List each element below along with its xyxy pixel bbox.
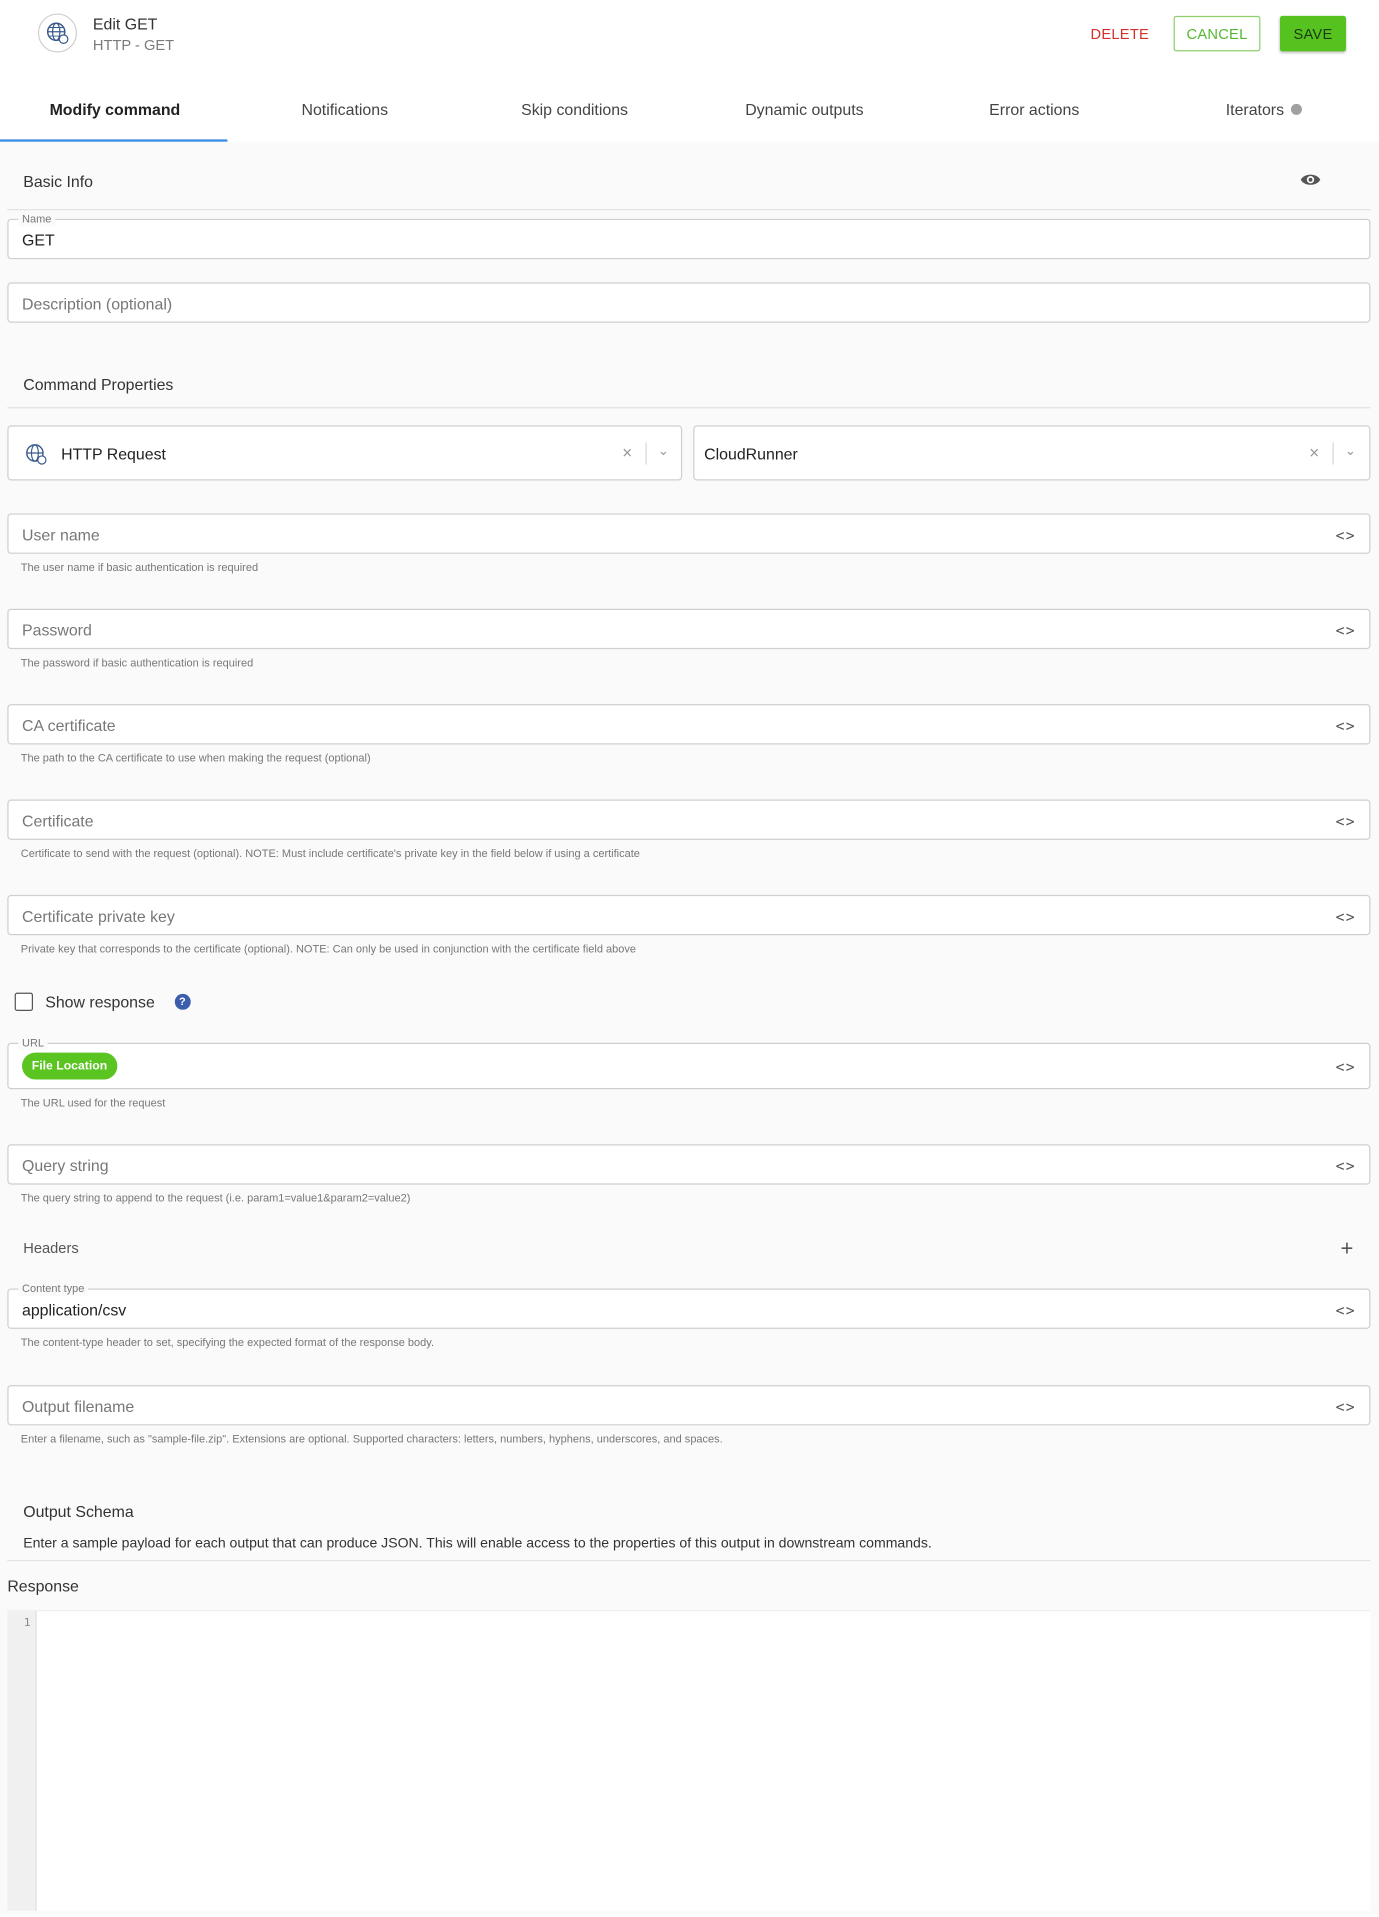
output-filename-field[interactable]: Output filename <> — [7, 1385, 1371, 1426]
field-helper: The query string to append to the reques… — [20, 1191, 411, 1205]
description-field[interactable]: Description (optional) — [7, 282, 1371, 323]
response-label: Response — [7, 1577, 79, 1596]
select-value: HTTP Request — [61, 444, 166, 464]
form-content: Basic Info Name GET Description (optiona… — [0, 141, 1379, 1915]
field-placeholder: CA certificate — [22, 716, 116, 735]
field-placeholder: Output filename — [22, 1397, 135, 1416]
tab-label: Notifications — [301, 99, 389, 118]
help-icon[interactable]: ? — [174, 993, 191, 1010]
page-subtitle: HTTP - GET — [92, 36, 175, 54]
line-gutter: 1 — [7, 1611, 37, 1911]
name-field[interactable]: Name GET — [7, 211, 1371, 260]
tab-modify-command[interactable]: Modify command — [0, 76, 230, 142]
tab-label: Dynamic outputs — [745, 99, 864, 118]
command-properties-header: Command Properties — [7, 375, 1370, 399]
clear-icon[interactable]: × — [622, 443, 632, 463]
code-icon[interactable]: <> — [1336, 527, 1356, 544]
divider — [7, 1559, 1371, 1562]
code-icon[interactable]: <> — [1336, 622, 1356, 639]
field-placeholder: Password — [22, 621, 92, 640]
separator — [1332, 442, 1334, 465]
save-button[interactable]: SAVE — [1279, 15, 1346, 52]
code-icon[interactable]: <> — [1336, 813, 1356, 830]
tab-label: Modify command — [49, 99, 181, 118]
content-type-field[interactable]: Content type application/csv <> — [7, 1281, 1371, 1329]
tab-label: Iterators — [1225, 99, 1285, 118]
field-placeholder: Description (optional) — [22, 294, 173, 313]
tab-bar: Modify command Notifications Skip condit… — [0, 76, 1379, 142]
chevron-down-icon[interactable]: ⌄ — [1345, 443, 1356, 459]
divider — [7, 407, 1371, 409]
code-icon[interactable]: <> — [1336, 1302, 1356, 1319]
ca-certificate-field[interactable]: CA certificate <> — [7, 704, 1371, 745]
section-title: Basic Info — [23, 172, 94, 191]
command-type-select[interactable]: HTTP Request × ⌄ — [7, 425, 683, 481]
globe-icon — [37, 13, 78, 53]
clear-icon[interactable]: × — [1309, 443, 1319, 463]
section-title: Headers — [23, 1239, 79, 1257]
chevron-down-icon[interactable]: ⌄ — [658, 443, 669, 459]
eye-icon[interactable] — [1300, 172, 1322, 190]
file-location-chip[interactable]: File Location — [22, 1052, 117, 1080]
certificate-field[interactable]: Certificate <> — [7, 799, 1371, 840]
field-placeholder: Certificate private key — [22, 907, 175, 926]
headers-header: Headers + — [7, 1236, 1370, 1264]
field-placeholder: User name — [22, 525, 100, 545]
query-string-field[interactable]: Query string <> — [7, 1144, 1371, 1185]
description-text: Enter a sample payload for each output t… — [23, 1536, 932, 1552]
code-icon[interactable]: <> — [1336, 1059, 1356, 1076]
tab-dynamic-outputs[interactable]: Dynamic outputs — [689, 76, 919, 142]
code-icon[interactable]: <> — [1336, 1158, 1356, 1175]
field-label: URL — [18, 1035, 48, 1051]
field-label: Name — [18, 211, 56, 227]
code-icon[interactable]: <> — [1336, 1399, 1356, 1416]
field-helper: Private key that corresponds to the cert… — [20, 942, 637, 955]
field-label: Content type — [18, 1281, 89, 1296]
field-placeholder: Query string — [22, 1156, 109, 1175]
field-value: GET — [22, 231, 55, 250]
basic-info-header: Basic Info — [7, 172, 1370, 196]
field-helper: Certificate to send with the request (op… — [20, 847, 640, 860]
tab-error-actions[interactable]: Error actions — [919, 76, 1149, 142]
field-helper: The password if basic authentication is … — [20, 656, 254, 669]
status-dot-icon — [1291, 103, 1303, 115]
code-icon[interactable]: <> — [1336, 908, 1356, 925]
globe-icon — [24, 443, 47, 472]
show-response-checkbox[interactable] — [14, 992, 34, 1011]
separator — [645, 442, 647, 465]
field-helper: The content-type header to set, specifyi… — [20, 1336, 435, 1349]
cancel-button[interactable]: CANCEL — [1173, 15, 1261, 52]
show-response-row: Show response ? — [14, 989, 191, 1013]
certificate-private-key-field[interactable]: Certificate private key <> — [7, 894, 1371, 936]
tab-label: Skip conditions — [521, 99, 629, 118]
tab-skip-conditions[interactable]: Skip conditions — [460, 76, 690, 142]
field-helper: The user name if basic authentication is… — [20, 561, 259, 574]
runner-select[interactable]: CloudRunner × ⌄ — [693, 425, 1371, 481]
field-helper: The URL used for the request — [20, 1096, 166, 1109]
output-schema-header: Output Schema — [7, 1502, 1370, 1526]
checkbox-label: Show response — [45, 992, 155, 1011]
add-header-icon[interactable]: + — [1340, 1236, 1353, 1262]
delete-button[interactable]: DELETE — [1081, 16, 1159, 51]
output-schema-description: Enter a sample payload for each output t… — [7, 1537, 1370, 1559]
code-icon[interactable]: <> — [1336, 718, 1356, 735]
field-helper: The path to the CA certificate to use wh… — [20, 751, 371, 765]
response-code-editor[interactable]: 1 — [7, 1610, 1371, 1911]
tab-iterators[interactable]: Iterators — [1149, 76, 1379, 142]
url-field[interactable]: URL File Location <> — [7, 1035, 1371, 1090]
password-field[interactable]: Password <> — [7, 608, 1371, 650]
line-number: 1 — [23, 1617, 31, 1630]
divider — [7, 209, 1371, 211]
page-title: Edit GET — [92, 14, 158, 34]
section-title: Command Properties — [23, 375, 174, 394]
field-placeholder: Certificate — [22, 811, 94, 831]
field-value: application/csv — [22, 1300, 127, 1320]
tab-notifications[interactable]: Notifications — [230, 76, 460, 142]
field-helper: Enter a filename, such as "sample-file.z… — [20, 1432, 723, 1445]
section-title: Output Schema — [23, 1502, 134, 1521]
select-value: CloudRunner — [704, 444, 798, 464]
page-header: Edit GET HTTP - GET DELETE CANCEL SAVE — [0, 0, 1379, 71]
username-field[interactable]: User name <> — [7, 513, 1371, 554]
tab-label: Error actions — [989, 99, 1080, 118]
